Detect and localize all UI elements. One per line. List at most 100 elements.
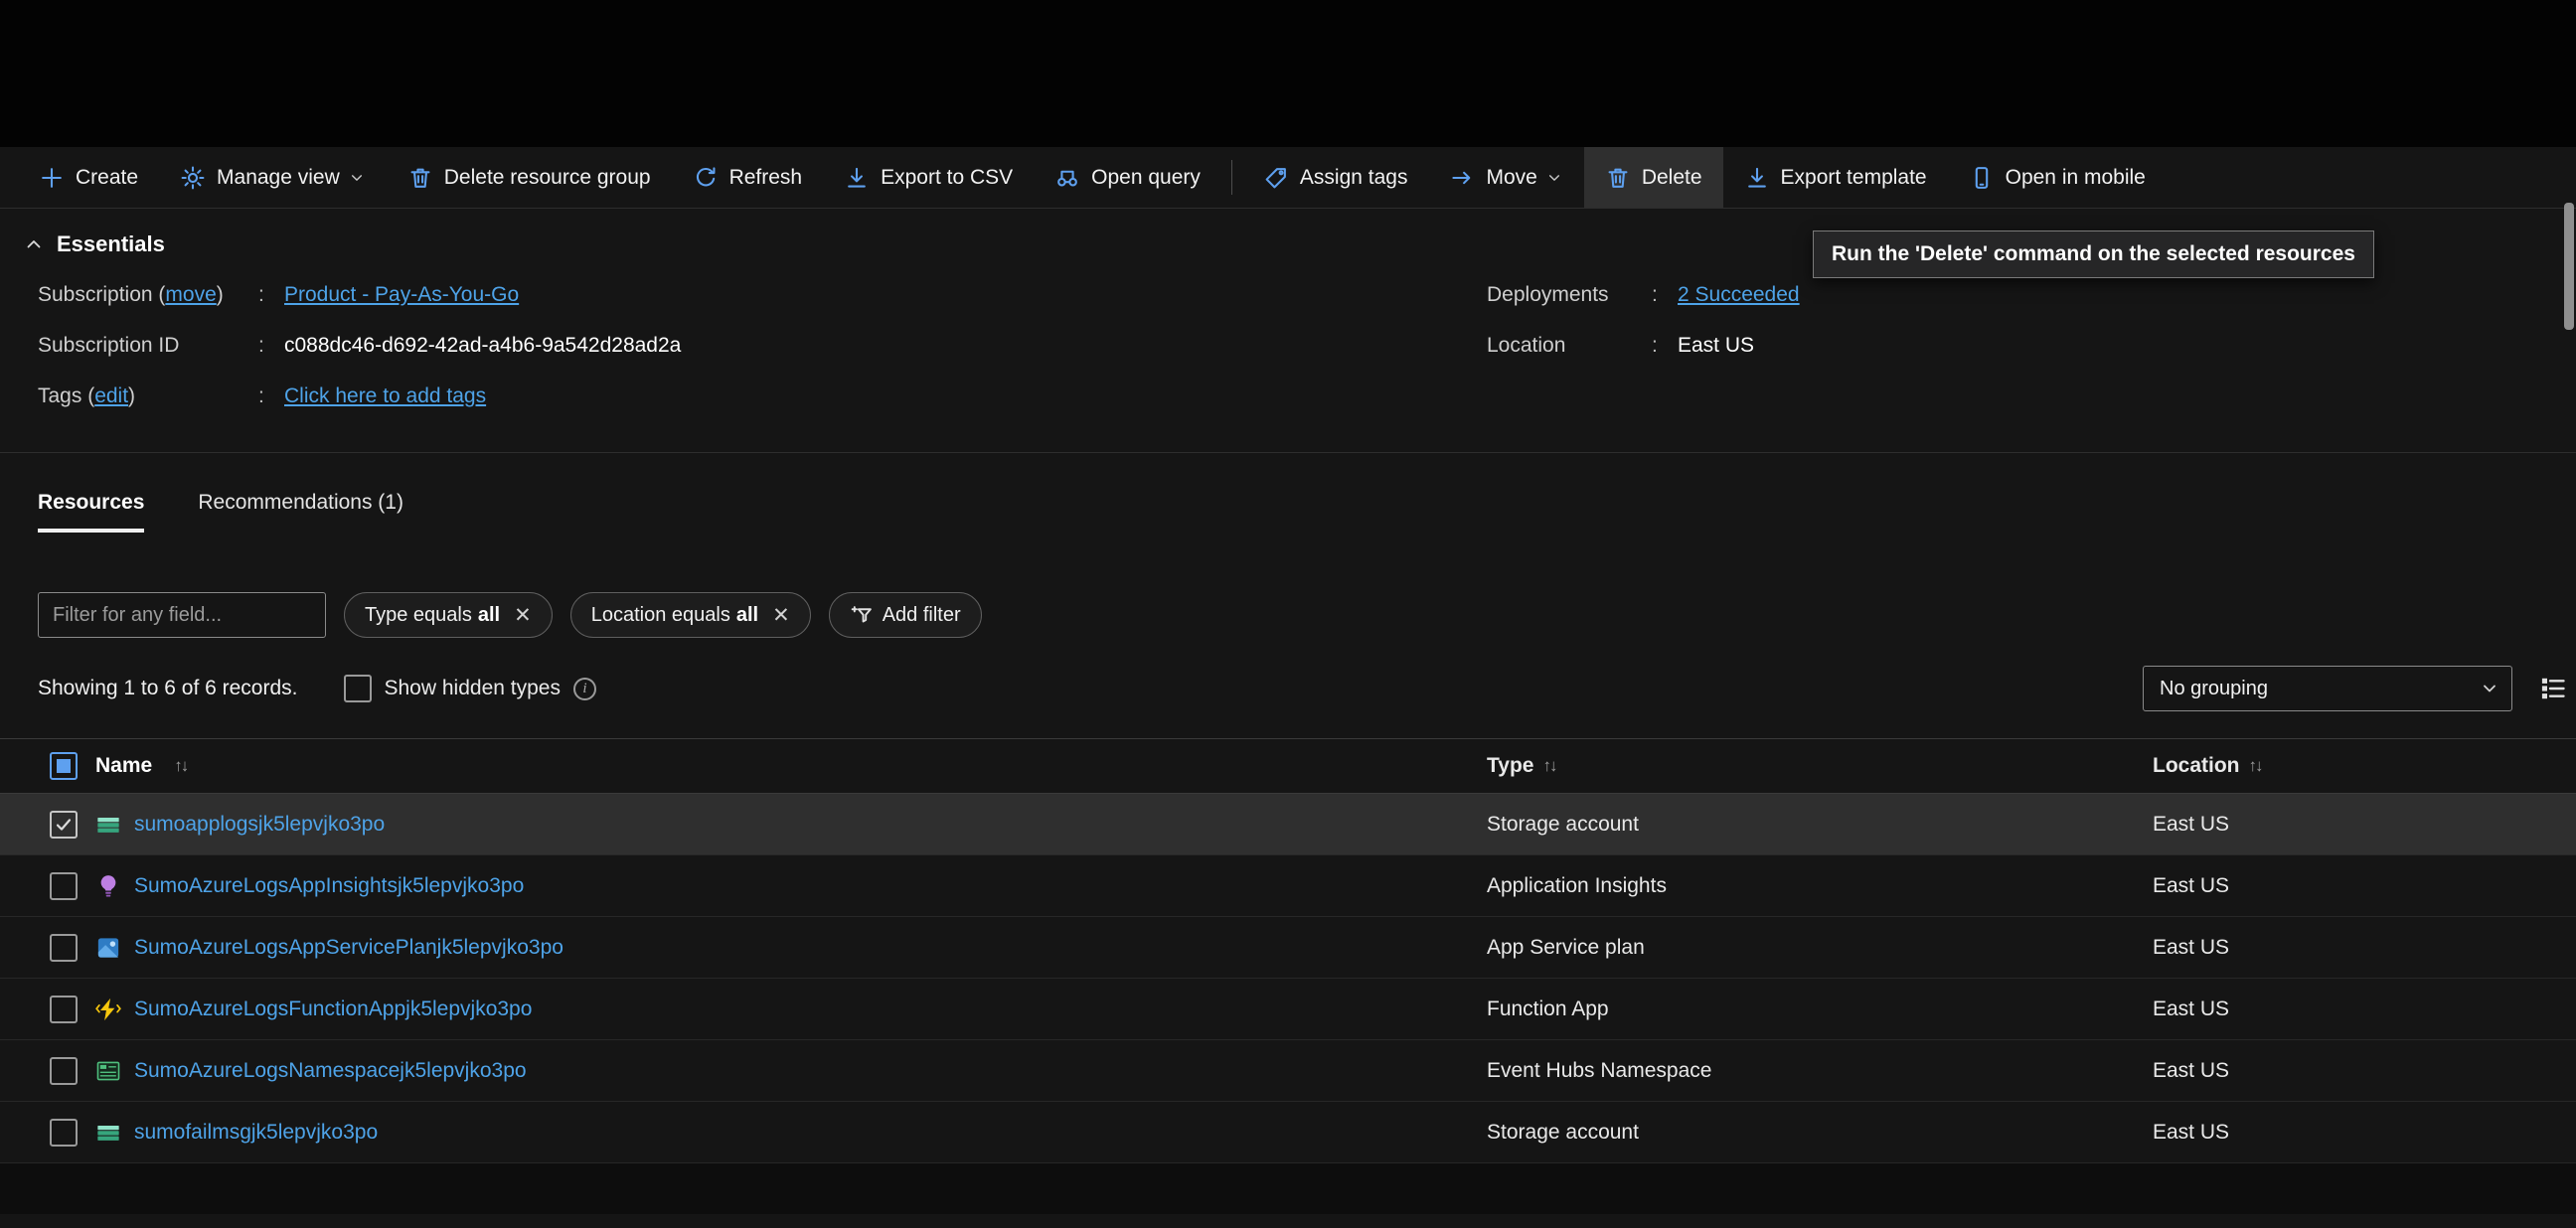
filter-pill-value: all <box>477 603 501 626</box>
essentials-edit-link[interactable]: edit <box>94 384 128 407</box>
list-view-icon[interactable] <box>2538 674 2568 703</box>
plus-icon <box>39 165 65 191</box>
refresh-icon <box>693 165 719 191</box>
essentials-value-link[interactable]: 2 Succeeded <box>1678 283 1800 306</box>
toolbar-item-manage-view[interactable]: Manage view <box>159 147 387 208</box>
delete-tooltip: Run the 'Delete' command on the selected… <box>1813 230 2374 278</box>
essentials-row: Location: East US <box>1487 334 1755 357</box>
column-header-type: Type <box>1487 754 1534 777</box>
add-filter-button[interactable]: Add filter <box>828 592 982 638</box>
info-icon[interactable]: i <box>572 677 596 700</box>
tab-recommendations-1[interactable]: Recommendations (1) <box>198 491 403 533</box>
tag-icon <box>1263 165 1289 191</box>
function-icon <box>95 997 121 1022</box>
chevron-down-icon <box>348 169 366 187</box>
table-row[interactable]: SumoAzureLogsAppInsightsjk5lepvjko3po App… <box>0 855 2576 917</box>
toolbar-item-create[interactable]: Create <box>18 147 159 208</box>
download-icon <box>844 165 870 191</box>
app-service-icon <box>95 935 121 961</box>
toolbar-item-open-query[interactable]: Open query <box>1034 147 1221 208</box>
table-row[interactable]: sumofailmsgjk5lepvjko3po Storage account E… <box>0 1102 2576 1163</box>
filter-input[interactable] <box>38 592 326 638</box>
row-checkbox[interactable] <box>50 995 78 1023</box>
toolbar-item-delete[interactable]: Delete <box>1583 147 1723 208</box>
essentials-row: Subscription ID: c088dc46-d692-42ad-a4b6-… <box>38 334 682 357</box>
essentials-left-column: Subscription (move): Product - Pay-As-You… <box>38 278 1487 430</box>
resource-name-link[interactable]: SumoAzureLogsAppServicePlanjk5lepvjko3po <box>134 936 564 960</box>
gear-icon <box>180 165 206 191</box>
resource-name-link[interactable]: sumofailmsgjk5lepvjko3po <box>134 1121 378 1145</box>
trash-icon <box>1605 165 1631 191</box>
filter-pill-text: Location equals <box>590 603 730 626</box>
arrow-right-icon <box>1449 165 1475 191</box>
chevron-down-icon <box>1545 169 1563 187</box>
table-row[interactable]: SumoAzureLogsNamespacejk5lepvjko3po Event… <box>0 1040 2576 1102</box>
select-all-checkbox[interactable] <box>50 752 78 780</box>
filter-pill-value: all <box>735 603 759 626</box>
close-icon[interactable]: ✕ <box>514 603 532 628</box>
download-icon <box>1744 165 1770 191</box>
grouping-value: No grouping <box>2160 677 2268 699</box>
resource-name-link[interactable]: SumoAzureLogsNamespacejk5lepvjko3po <box>134 1059 527 1083</box>
sort-icon[interactable]: ↑↓ <box>1542 756 1557 776</box>
close-icon[interactable]: ✕ <box>772 603 790 628</box>
show-hidden-types-label: Show hidden types <box>384 677 561 699</box>
toolbar-item-assign-tags[interactable]: Assign tags <box>1242 147 1429 208</box>
command-bar: Create Manage view Delete resource group Re… <box>0 147 2576 209</box>
essentials-divider <box>0 452 2576 453</box>
row-checkbox[interactable] <box>50 1118 78 1147</box>
resource-name-link[interactable]: SumoAzureLogsAppInsightsjk5lepvjko3po <box>134 874 524 898</box>
storage-icon <box>95 812 121 838</box>
column-header-name: Name <box>95 754 153 777</box>
filter-pill-type-equals[interactable]: Type equals all ✕ <box>344 592 553 638</box>
grouping-dropdown[interactable]: No grouping <box>2143 666 2512 711</box>
record-count-text: Showing 1 to 6 of 6 records. <box>38 677 298 699</box>
meta-row: Showing 1 to 6 of 6 records. Show hidden… <box>38 666 2568 711</box>
sort-icon[interactable]: ↑↓ <box>174 756 189 776</box>
essentials-row: Tags (edit): Click here to add tags <box>38 384 487 407</box>
table-row[interactable]: SumoAzureLogsAppServicePlanjk5lepvjko3po… <box>0 917 2576 979</box>
scrollbar-thumb[interactable] <box>2564 203 2574 330</box>
chevron-up-icon <box>24 234 44 254</box>
essentials-row: Subscription (move): Product - Pay-As-You… <box>38 283 520 306</box>
resource-table: Name ↑↓ Type ↑↓ Location ↑↓ sumoapplogsjk5lepv… <box>0 738 2576 1163</box>
essentials-move-link[interactable]: move <box>165 283 216 306</box>
toolbar-item-export-to-csv[interactable]: Export to CSV <box>823 147 1034 208</box>
row-checkbox[interactable] <box>50 871 78 900</box>
row-checkbox[interactable] <box>50 1056 78 1085</box>
essentials-value-link[interactable]: Click here to add tags <box>284 384 486 407</box>
query-icon <box>1054 165 1080 191</box>
filter-pill-text: Type equals <box>365 603 472 626</box>
insights-icon <box>95 873 121 899</box>
column-header-location: Location <box>2153 754 2240 777</box>
table-footer-space <box>0 1163 2576 1214</box>
essentials-grid: Subscription (move): Product - Pay-As-You… <box>38 278 2576 430</box>
toolbar-item-refresh[interactable]: Refresh <box>672 147 824 208</box>
table-header-row: Name ↑↓ Type ↑↓ Location ↑↓ <box>0 738 2576 794</box>
toolbar-item-export-template[interactable]: Export template <box>1723 147 1948 208</box>
toolbar-item-open-in-mobile[interactable]: Open in mobile <box>1948 147 2167 208</box>
event-hubs-icon <box>95 1058 121 1084</box>
sort-icon[interactable]: ↑↓ <box>2249 756 2264 776</box>
table-row[interactable]: SumoAzureLogsFunctionAppjk5lepvjko3po Fun… <box>0 979 2576 1040</box>
tab-bar: Resources Recommendations (1) <box>38 491 2576 533</box>
filter-pill-location-equals[interactable]: Location equals all ✕ <box>569 592 811 638</box>
resource-name-link[interactable]: sumoapplogsjk5lepvjko3po <box>134 813 385 837</box>
filter-plus-icon <box>850 603 874 627</box>
table-row[interactable]: sumoapplogsjk5lepvjko3po Storage account E… <box>0 794 2576 855</box>
toolbar-item-delete-resource-group[interactable]: Delete resource group <box>387 147 672 208</box>
row-checkbox[interactable] <box>50 933 78 962</box>
tab-resources[interactable]: Resources <box>38 491 145 533</box>
toolbar-item-move[interactable]: Move <box>1428 147 1583 208</box>
show-hidden-types-checkbox[interactable] <box>343 675 372 702</box>
essentials-right-column: Deployments:2 Succeeded Location: East US <box>1487 278 1800 430</box>
chevron-down-icon <box>2480 679 2499 698</box>
trash-icon <box>407 165 433 191</box>
row-checkbox[interactable] <box>50 810 78 839</box>
resource-group-pane: Create Manage view Delete resource group Re… <box>0 147 2576 1228</box>
essentials-value-link[interactable]: Product - Pay-As-You-Go <box>284 283 519 306</box>
resource-name-link[interactable]: SumoAzureLogsFunctionAppjk5lepvjko3po <box>134 998 532 1021</box>
mobile-icon <box>1969 165 1995 191</box>
essentials-title: Essentials <box>57 231 165 256</box>
azure-portal-screen: Create Manage view Delete resource group Re… <box>0 0 2576 1228</box>
